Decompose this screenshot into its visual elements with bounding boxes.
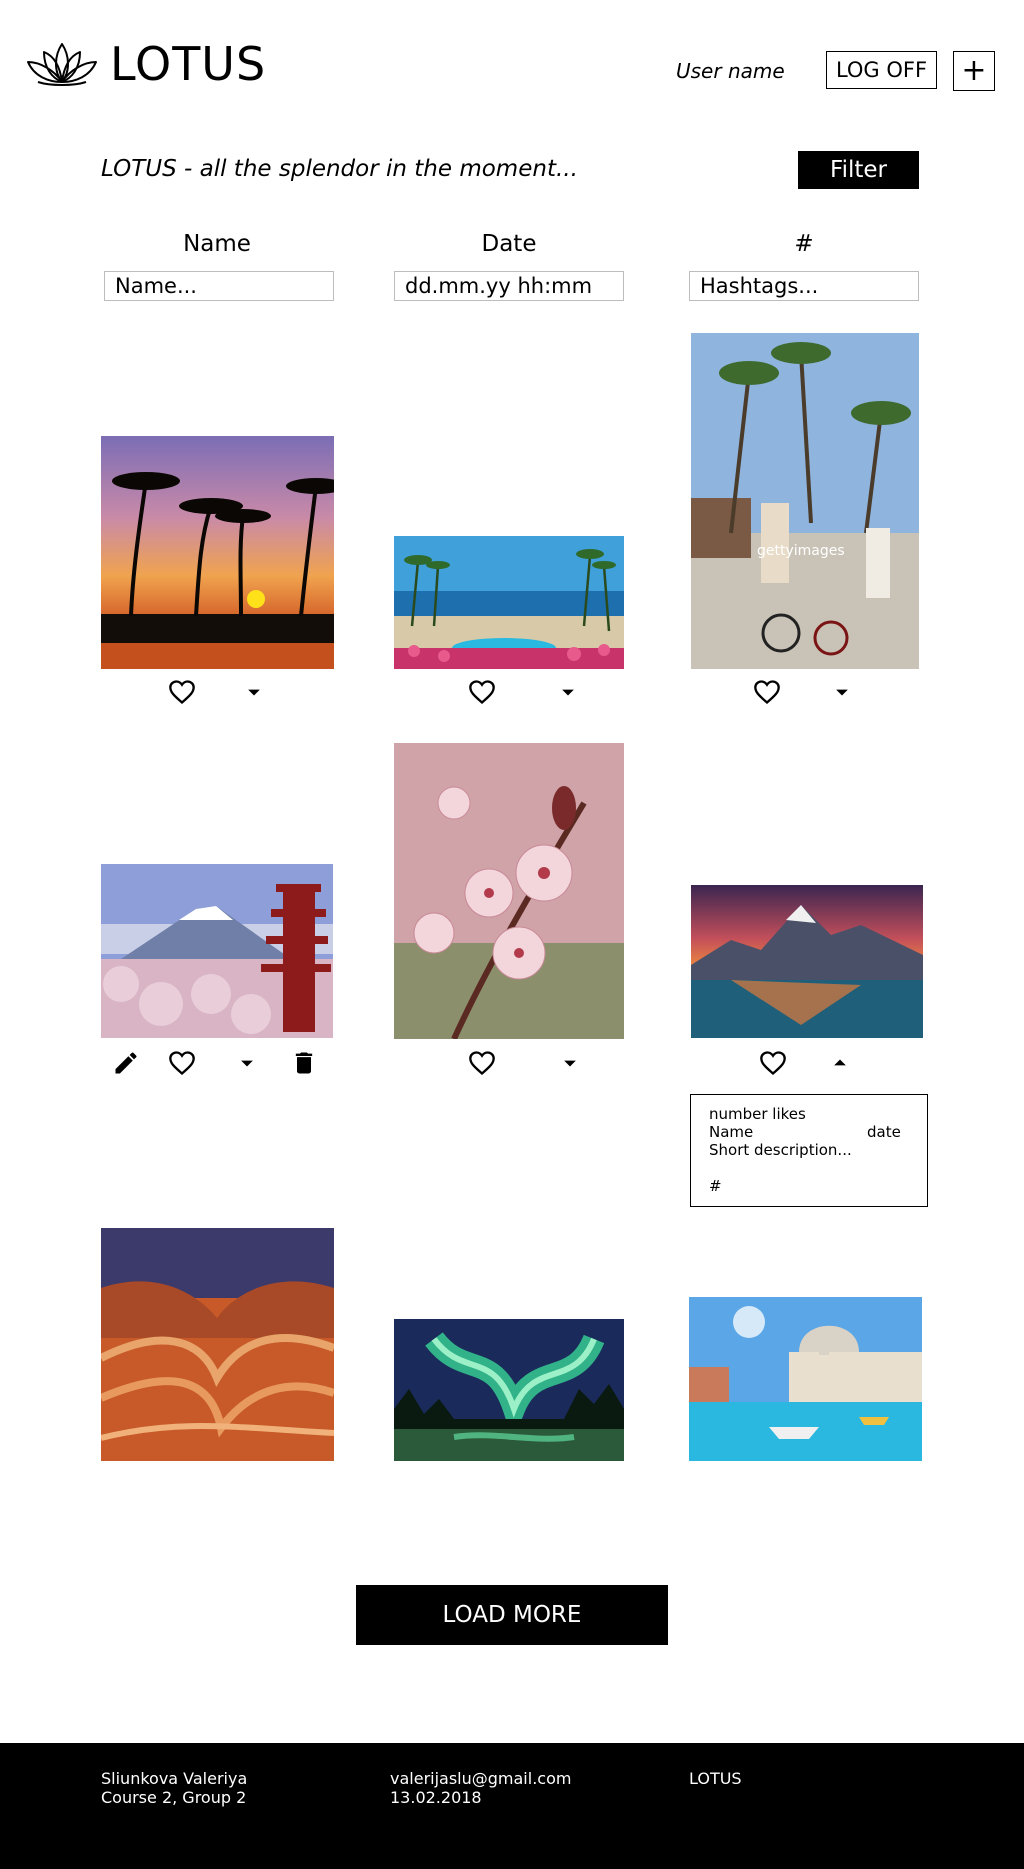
- log-off-button[interactable]: LOG OFF: [826, 51, 937, 89]
- filter-button[interactable]: Filter: [798, 151, 919, 189]
- photo-venice-canal[interactable]: [689, 1297, 922, 1461]
- info-date: date: [867, 1123, 901, 1141]
- footer-date: 13.02.2018: [390, 1788, 482, 1807]
- user-name[interactable]: User name: [676, 58, 785, 84]
- photo-info-card: number likes Name date Short description…: [690, 1094, 928, 1207]
- like-heart-icon[interactable]: [468, 1049, 496, 1077]
- like-heart-icon[interactable]: [168, 1049, 196, 1077]
- load-more-button[interactable]: LOAD MORE: [356, 1585, 668, 1645]
- photo-sandstone-wave[interactable]: [101, 1228, 334, 1461]
- footer-brand: LOTUS: [689, 1769, 742, 1788]
- brand-title: LOTUS: [110, 37, 267, 91]
- photo-northern-lights[interactable]: [394, 1319, 624, 1461]
- svg-text:gettyimages: gettyimages: [757, 543, 845, 559]
- like-heart-icon[interactable]: [753, 678, 781, 706]
- like-heart-icon[interactable]: [759, 1049, 787, 1077]
- info-name: Name: [709, 1123, 754, 1141]
- caret-down-icon[interactable]: [240, 678, 268, 706]
- hashtag-filter-input[interactable]: [689, 271, 919, 301]
- photo-mount-fuji[interactable]: [101, 864, 333, 1038]
- photo-mountain-lake[interactable]: [691, 885, 923, 1038]
- name-filter-input[interactable]: [104, 271, 334, 301]
- name-filter-label: Name: [183, 231, 251, 257]
- info-likes: number likes: [709, 1105, 806, 1123]
- caret-down-icon[interactable]: [828, 678, 856, 706]
- caret-down-icon[interactable]: [233, 1049, 261, 1077]
- footer-author: Sliunkova Valeriya: [101, 1769, 248, 1788]
- like-heart-icon[interactable]: [468, 678, 496, 706]
- like-heart-icon[interactable]: [168, 678, 196, 706]
- hashtag-filter-label: #: [794, 231, 814, 257]
- add-photo-button[interactable]: +: [953, 51, 995, 91]
- trash-icon[interactable]: [290, 1049, 318, 1077]
- footer-group: Course 2, Group 2: [101, 1788, 247, 1807]
- photo-cherry-blossom[interactable]: [394, 743, 624, 1039]
- caret-down-icon[interactable]: [556, 1049, 584, 1077]
- caret-down-icon[interactable]: [554, 678, 582, 706]
- photo-palm-sunset[interactable]: [101, 436, 334, 669]
- tagline: LOTUS - all the splendor in the moment..…: [101, 156, 578, 182]
- footer: Sliunkova Valeriya Course 2, Group 2 val…: [0, 1743, 1024, 1869]
- photo-tropical-resort[interactable]: [394, 536, 624, 669]
- footer-email[interactable]: valerijaslu@gmail.com: [390, 1769, 571, 1788]
- pencil-icon[interactable]: [112, 1049, 140, 1077]
- date-filter-label: Date: [481, 231, 537, 257]
- info-hashtags[interactable]: #: [709, 1177, 722, 1195]
- photo-cyclists-boardwalk[interactable]: gettyimages: [691, 333, 919, 669]
- lotus-logo-icon: [24, 40, 100, 86]
- date-filter-input[interactable]: [394, 271, 624, 301]
- caret-up-icon[interactable]: [826, 1049, 854, 1077]
- info-description: Short description...: [709, 1141, 852, 1159]
